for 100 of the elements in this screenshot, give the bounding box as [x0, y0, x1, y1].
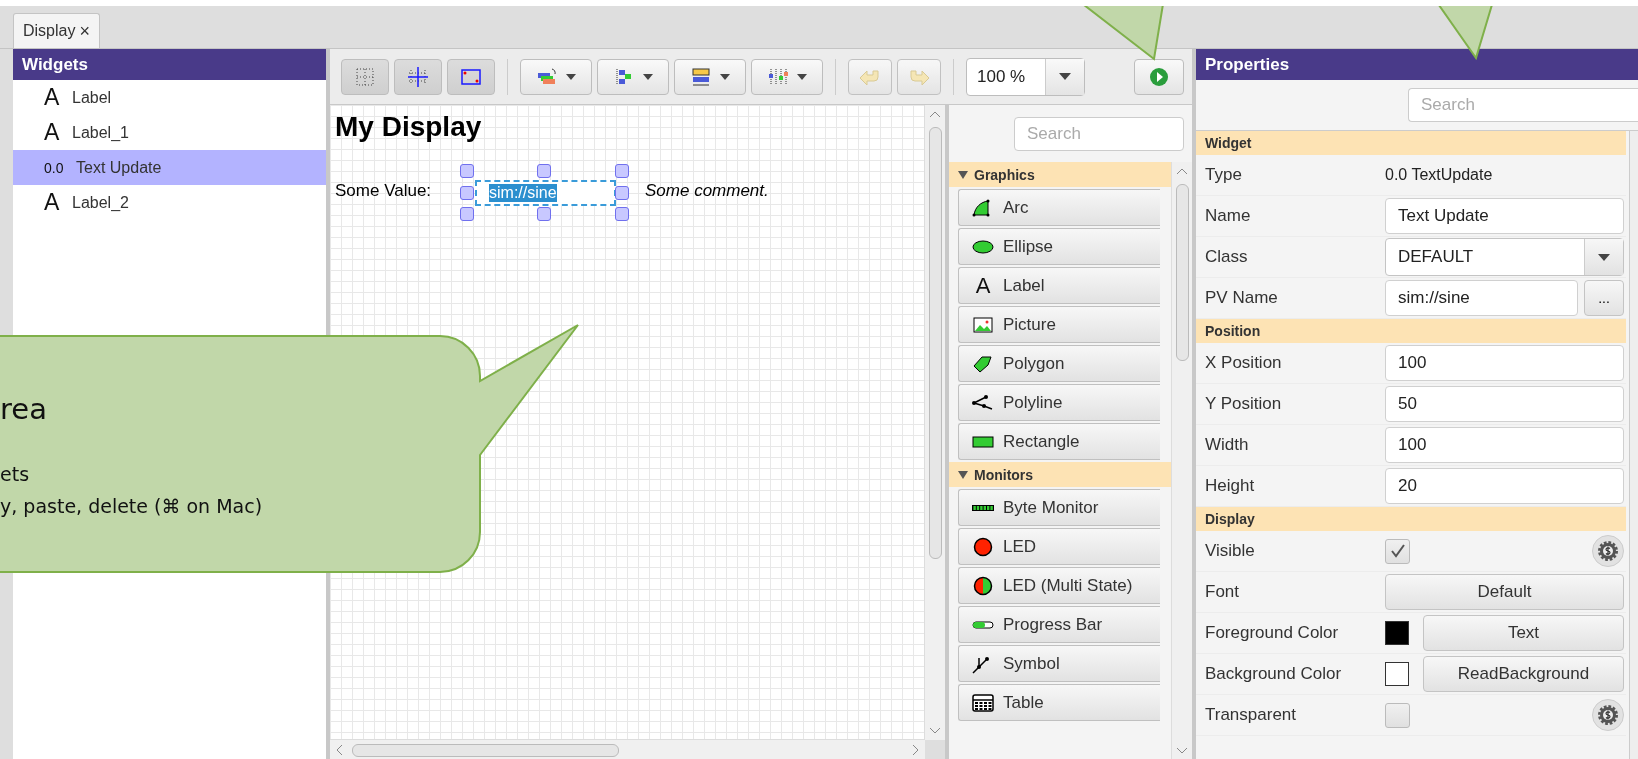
browse-button[interactable]: ... — [1584, 280, 1624, 316]
menu-button[interactable] — [674, 58, 746, 95]
callout-text: ets — [0, 462, 31, 487]
color-button[interactable]: Text — [1423, 615, 1624, 651]
vertical-scrollbar[interactable] — [1629, 131, 1638, 759]
toggle-button[interactable] — [341, 58, 389, 95]
resize-handle[interactable] — [615, 207, 629, 221]
font-button[interactable]: Default — [1385, 574, 1624, 610]
callout-text: y, paste, delete (⌘ on Mac) — [0, 494, 263, 519]
run-button[interactable] — [1134, 58, 1184, 95]
palette-button[interactable]: Table — [958, 684, 1160, 721]
color-button[interactable]: ReadBackground — [1423, 656, 1624, 692]
palette-button[interactable]: Byte Monitor — [958, 489, 1160, 526]
widget-list-item[interactable]: A Label_2 — [13, 185, 326, 220]
resize-handle[interactable] — [460, 207, 474, 221]
widget-list-item[interactable]: A Label — [13, 80, 326, 115]
scroll-down-icon[interactable] — [1176, 747, 1188, 755]
scroll-right-icon[interactable] — [912, 744, 920, 756]
grid-icon — [354, 66, 376, 87]
section-header: Display — [1196, 507, 1626, 531]
vertical-scrollbar[interactable] — [1171, 162, 1192, 759]
checkbox[interactable] — [1385, 538, 1410, 564]
zoom-combo[interactable]: 100 % — [966, 57, 1085, 96]
layers-icon — [536, 66, 558, 87]
search-field[interactable]: Search — [1014, 116, 1184, 151]
palette-group-header[interactable]: Graphics — [949, 162, 1171, 187]
palette-button[interactable]: Ellipse — [958, 228, 1160, 265]
palette-button[interactable]: A Label — [958, 267, 1160, 304]
toggle-button[interactable] — [394, 58, 442, 95]
checkbox[interactable] — [1385, 702, 1410, 728]
scroll-thumb[interactable] — [1175, 184, 1189, 361]
distribute-icon — [767, 66, 789, 87]
scroll-up-icon[interactable] — [929, 110, 941, 118]
resize-handle[interactable] — [615, 164, 629, 178]
menu-button[interactable] — [520, 58, 592, 95]
search-field[interactable]: Search — [1408, 88, 1638, 122]
toggle-button[interactable] — [447, 58, 495, 95]
scroll-thumb[interactable] — [928, 127, 942, 559]
vertical-scrollbar[interactable] — [924, 105, 945, 740]
multiled-widget-icon — [971, 575, 995, 596]
palette-group-header[interactable]: Monitors — [949, 462, 1171, 487]
property-label: Y Position — [1204, 394, 1283, 414]
picture-widget-icon — [971, 314, 995, 335]
callout-title: rea — [0, 392, 47, 426]
rule-gear-icon[interactable] — [1592, 699, 1624, 731]
led-widget-icon — [971, 536, 995, 557]
palette-button[interactable]: LED (Multi State) — [958, 567, 1160, 604]
comment-label: Some comment. — [645, 181, 769, 201]
widget-list-item[interactable]: A Label_1 — [13, 115, 326, 150]
play-icon — [1149, 66, 1169, 87]
palette-button[interactable]: LED — [958, 528, 1160, 565]
widget-list-item[interactable]: 0.0 Text Update — [13, 150, 326, 185]
palette-button[interactable]: Arc — [958, 189, 1160, 226]
horizontal-scrollbar[interactable] — [330, 739, 925, 759]
color-swatch[interactable] — [1385, 621, 1409, 645]
input-field[interactable]: 20 — [1385, 468, 1624, 504]
polygon-widget-icon — [971, 353, 995, 374]
scroll-thumb[interactable] — [352, 743, 619, 757]
property-label: Visible — [1204, 541, 1256, 561]
property-label: Foreground Color — [1204, 623, 1340, 643]
property-label: Width — [1204, 435, 1250, 455]
color-swatch[interactable] — [1385, 662, 1409, 686]
scroll-up-icon[interactable] — [1176, 167, 1188, 175]
resize-icon — [690, 66, 712, 87]
text-update-widget[interactable]: sim://sine — [475, 180, 616, 206]
menu-button[interactable] — [751, 58, 823, 95]
input-field[interactable]: Text Update — [1385, 198, 1624, 234]
caret-icon — [1059, 73, 1071, 80]
palette-button[interactable]: Polyline — [958, 384, 1160, 421]
caret-icon — [1598, 253, 1610, 261]
expand-icon — [958, 470, 968, 479]
dropdown[interactable]: DEFAULT — [1385, 238, 1624, 276]
caret-icon — [797, 73, 807, 80]
property-value: 0.0 TextUpdate — [1385, 166, 1493, 184]
resize-handle[interactable] — [460, 186, 474, 200]
palette-button[interactable]: Rectangle — [958, 423, 1160, 460]
input-field[interactable]: sim://sine — [1385, 280, 1578, 316]
value-label: Some Value: — [335, 181, 432, 201]
expand-icon — [958, 170, 968, 179]
input-field[interactable]: 100 — [1385, 345, 1624, 381]
scroll-down-icon[interactable] — [929, 727, 941, 735]
snap-grid-icon — [407, 66, 429, 87]
palette-button[interactable]: Symbol — [958, 645, 1160, 682]
palette-button[interactable]: Picture — [958, 306, 1160, 343]
menu-button[interactable] — [597, 58, 669, 95]
display-title: My Display — [335, 111, 482, 143]
input-field[interactable]: 50 — [1385, 386, 1624, 422]
rectangle-icon — [460, 66, 482, 87]
resize-handle[interactable] — [615, 186, 629, 200]
resize-handle[interactable] — [537, 207, 551, 221]
scroll-left-icon[interactable] — [335, 744, 343, 756]
palette-button[interactable]: Progress Bar — [958, 606, 1160, 643]
input-field[interactable]: 100 — [1385, 427, 1624, 463]
property-label: Transparent — [1204, 705, 1298, 725]
palette-button[interactable]: Polygon — [958, 345, 1160, 382]
resize-handle[interactable] — [460, 164, 474, 178]
rule-gear-icon[interactable] — [1592, 535, 1624, 567]
section-header: Position — [1196, 319, 1626, 343]
resize-handle[interactable] — [537, 164, 551, 178]
display-tab[interactable]: Display × — [13, 13, 100, 48]
